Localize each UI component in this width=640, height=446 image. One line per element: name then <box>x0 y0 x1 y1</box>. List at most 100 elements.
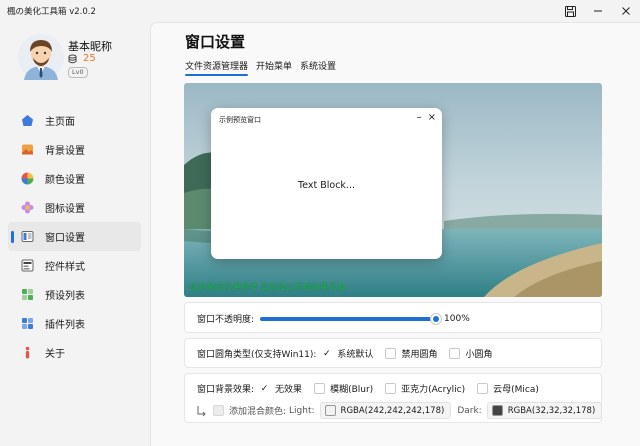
sidebar-item-label: 图标设置 <box>45 204 85 215</box>
sidebar-item-label: 窗口设置 <box>45 233 85 244</box>
window-controls <box>556 0 640 22</box>
option-label: 无效果 <box>275 385 303 395</box>
tab-system-settings[interactable]: 系统设置 <box>300 59 336 76</box>
save-button[interactable] <box>556 0 584 22</box>
option-label: 小圆角 <box>465 350 493 360</box>
dark-color-value: RGBA(32,32,32,178) <box>507 405 596 416</box>
level-badge: Lv0 <box>68 67 88 78</box>
sidebar-item-home[interactable]: 主页面 <box>8 106 141 135</box>
controls-icon <box>20 259 34 273</box>
color-wheel-icon <box>20 172 34 186</box>
opacity-label: 窗口不透明度: <box>197 315 255 325</box>
corner-option-disable[interactable]: 禁用圆角 <box>385 347 437 360</box>
flower-icon <box>20 201 34 215</box>
title-bar: 楓の美化工具箱 v2.0.2 <box>0 0 640 22</box>
light-color-value: RGBA(242,242,242,178) <box>340 405 445 416</box>
slider-thumb[interactable] <box>430 312 443 325</box>
effect-option-mica[interactable]: 云母(Mica) <box>477 382 539 395</box>
checkbox[interactable] <box>314 383 326 394</box>
sample-window-title: 示例预览窗口 <box>219 116 261 124</box>
opacity-slider[interactable] <box>260 312 443 325</box>
sidebar-item-about[interactable]: 关于 <box>8 338 141 367</box>
corner-option-small[interactable]: 小圆角 <box>449 347 492 360</box>
checkmark-icon: ✓ <box>323 348 331 359</box>
sidebar-item-label: 颜色设置 <box>45 175 85 186</box>
avatar[interactable] <box>18 34 64 80</box>
tab-bar: 文件资源管理器 开始菜单 系统设置 <box>185 59 336 76</box>
preview-area: 示例预览窗口 – × Text Block... 此处预览仅供参考 实际请以系统… <box>184 83 602 297</box>
close-button[interactable] <box>612 0 640 22</box>
sidebar-item-label: 控件样式 <box>45 262 85 273</box>
plugin-icon <box>20 317 34 331</box>
preset-icon <box>20 288 34 302</box>
effect-option-acrylic[interactable]: 亚克力(Acrylic) <box>385 382 465 395</box>
sidebar-item-color[interactable]: 颜色设置 <box>8 164 141 193</box>
sidebar-item-controls[interactable]: 控件样式 <box>8 251 141 280</box>
effect-label: 窗口背景效果: <box>197 385 255 395</box>
option-label: 系统默认 <box>337 350 374 360</box>
checkbox[interactable] <box>385 383 397 394</box>
option-label: 模糊(Blur) <box>330 385 374 395</box>
minimize-icon <box>594 10 602 12</box>
tab-start-menu[interactable]: 开始菜单 <box>256 59 292 76</box>
option-label: 亚克力(Acrylic) <box>401 385 466 395</box>
blend-label: 添加混合颜色: <box>229 407 287 417</box>
sidebar-item-label: 关于 <box>45 349 65 360</box>
save-icon <box>564 5 576 17</box>
coin-count: 25 <box>83 53 96 64</box>
minimize-icon: – <box>416 112 422 123</box>
corner-option-default[interactable]: ✓ 系统默认 <box>321 347 374 361</box>
main-content: 窗口设置 文件资源管理器 开始菜单 系统设置 示例预览窗口 – × Text B… <box>150 22 640 446</box>
effect-option-blur[interactable]: 模糊(Blur) <box>314 382 373 395</box>
preview-note: 此处预览仅供参考 实际请以系统效果为准 <box>190 283 346 293</box>
checkbox[interactable] <box>449 348 461 359</box>
effect-card: 窗口背景效果: ✓ 无效果 模糊(Blur) 亚克力(Acrylic) 云母(M… <box>184 373 603 423</box>
checkbox[interactable] <box>385 348 397 359</box>
sidebar-item-plugins[interactable]: 插件列表 <box>8 309 141 338</box>
dark-label: Dark: <box>457 405 482 416</box>
sidebar: 基本昵称 25 Lv0 主页面 背景设置 颜色设置 图标设置 窗口设置 控件样式… <box>0 22 150 446</box>
sidebar-item-background[interactable]: 背景设置 <box>8 135 141 164</box>
tab-file-explorer[interactable]: 文件资源管理器 <box>185 59 249 76</box>
sample-window: 示例预览窗口 – × Text Block... <box>211 108 442 259</box>
light-color-swatch <box>324 405 336 416</box>
opacity-value: 100% <box>444 313 470 324</box>
close-icon <box>622 7 630 15</box>
info-icon <box>20 346 34 360</box>
checkmark-icon: ✓ <box>260 383 269 394</box>
sidebar-item-label: 主页面 <box>45 117 75 128</box>
effect-option-none[interactable]: ✓ 无效果 <box>259 382 303 396</box>
page-title: 窗口设置 <box>185 33 246 51</box>
sample-text-block: Text Block... <box>298 180 355 191</box>
light-color-picker[interactable]: RGBA(242,242,242,178) <box>319 402 452 419</box>
sidebar-item-window[interactable]: 窗口设置 <box>8 222 141 251</box>
home-icon <box>20 114 34 128</box>
close-icon: × <box>427 112 436 123</box>
dark-color-picker[interactable]: RGBA(32,32,32,178) <box>486 402 603 419</box>
sidebar-item-icons[interactable]: 图标设置 <box>8 193 141 222</box>
blend-checkbox[interactable] <box>213 405 224 416</box>
opacity-card: 窗口不透明度: 100% <box>184 302 602 333</box>
corner-card: 窗口圆角类型(仅支持Win11): ✓ 系统默认 禁用圆角 小圆角 <box>184 338 602 368</box>
nickname: 基本昵称 <box>68 40 112 53</box>
option-label: 云母(Mica) <box>493 385 539 395</box>
window-icon <box>20 230 34 244</box>
dark-color-swatch <box>491 405 503 416</box>
branch-arrow-icon <box>197 405 206 416</box>
coin-stack-icon <box>68 54 77 63</box>
app-title: 楓の美化工具箱 v2.0.2 <box>7 7 96 17</box>
sidebar-nav: 主页面 背景设置 颜色设置 图标设置 窗口设置 控件样式 预设列表 插件列表 关… <box>8 106 141 367</box>
coin-balance: 25 <box>68 53 96 64</box>
sidebar-item-presets[interactable]: 预设列表 <box>8 280 141 309</box>
slider-fill <box>260 316 437 321</box>
option-label: 禁用圆角 <box>401 350 438 360</box>
minimize-button[interactable] <box>584 0 612 22</box>
sidebar-item-label: 背景设置 <box>45 146 85 157</box>
sample-window-controls: – × <box>417 112 436 123</box>
sidebar-item-label: 插件列表 <box>45 320 85 331</box>
light-label: Light: <box>289 405 315 416</box>
image-icon <box>20 143 34 157</box>
corner-label: 窗口圆角类型(仅支持Win11): <box>197 350 317 360</box>
checkbox[interactable] <box>477 383 489 394</box>
sidebar-item-label: 预设列表 <box>45 291 85 302</box>
